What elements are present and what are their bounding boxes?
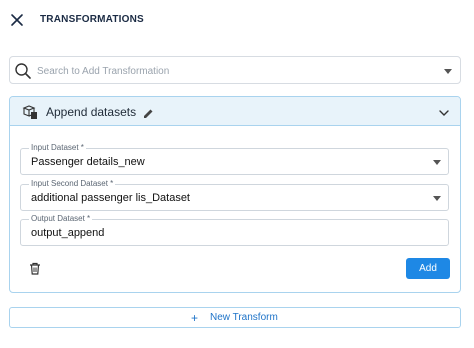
input-dataset-select[interactable]: Input Dataset * Passenger details_new	[20, 143, 449, 175]
trash-icon[interactable]	[29, 262, 41, 275]
input-second-dataset-select[interactable]: Input Second Dataset * additional passen…	[20, 179, 449, 211]
caret-down-icon[interactable]	[433, 160, 441, 165]
output-dataset-label: Output Dataset *	[29, 214, 93, 224]
input-dataset-label: Input Dataset *	[29, 143, 86, 153]
output-dataset-value: output_append	[31, 227, 105, 239]
transform-card-header[interactable]: Append datasets	[10, 97, 460, 126]
close-icon[interactable]	[9, 12, 25, 28]
input-dataset-value: Passenger details_new	[31, 156, 145, 168]
plus-icon: +	[191, 311, 199, 325]
transform-title: Append datasets	[46, 105, 137, 119]
output-dataset-field[interactable]: Output Dataset * output_append	[20, 214, 449, 246]
new-transform-label: New Transform	[210, 312, 278, 323]
input-second-dataset-value: additional passenger lis_Dataset	[31, 192, 190, 204]
page-title: TRANSFORMATIONS	[40, 14, 144, 25]
transformation-search[interactable]	[9, 56, 461, 84]
caret-down-icon[interactable]	[444, 69, 452, 74]
new-transform-button[interactable]: + New Transform	[9, 307, 461, 328]
append-datasets-icon	[22, 104, 38, 120]
search-input[interactable]	[37, 61, 432, 81]
header: TRANSFORMATIONS	[0, 0, 474, 40]
input-second-dataset-label: Input Second Dataset *	[29, 179, 116, 189]
pencil-icon[interactable]	[143, 106, 154, 118]
chevron-down-icon[interactable]	[438, 106, 450, 118]
add-button[interactable]: Add	[406, 258, 450, 279]
transform-card: Append datasets Input Dataset * Passenge…	[9, 96, 461, 293]
caret-down-icon[interactable]	[433, 196, 441, 201]
search-icon	[14, 62, 32, 80]
